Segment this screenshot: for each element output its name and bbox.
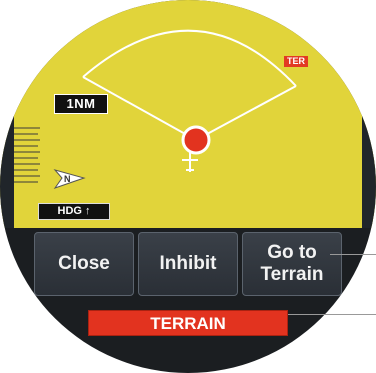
range-label[interactable]: 1NM	[54, 94, 108, 114]
heading-mode-badge[interactable]: HDG ↑	[38, 203, 110, 220]
go-to-terrain-button[interactable]: Go to Terrain	[242, 232, 342, 296]
round-display: N 1NM TER HDG ↑ Close Inhibit Go to Terr…	[0, 0, 376, 373]
svg-text:N: N	[64, 174, 71, 184]
close-button[interactable]: Close	[34, 232, 134, 296]
ter-badge: TER	[284, 56, 308, 67]
left-adjacent-pane[interactable]	[0, 96, 14, 228]
display-screen: N 1NM TER HDG ↑ Close Inhibit Go to Terr…	[0, 0, 376, 373]
terrain-alert-annunciation: TERRAIN	[88, 310, 288, 336]
terrain-map[interactable]: N 1NM TER HDG ↑	[0, 0, 376, 228]
terrain-map-graphics: N	[14, 29, 297, 189]
left-scale-ticks	[14, 127, 40, 183]
range-radial-right	[195, 85, 297, 141]
inhibit-button[interactable]: Inhibit	[138, 232, 238, 296]
callout-line-go-to-terrain	[330, 254, 376, 255]
callout-line-terrain-alert	[288, 314, 376, 315]
range-arc	[82, 29, 297, 87]
terrain-threat-icon	[181, 125, 211, 155]
right-adjacent-pane[interactable]	[362, 96, 376, 228]
ownship-aircraft-icon	[182, 152, 198, 172]
north-pointer-icon: N	[53, 169, 86, 189]
